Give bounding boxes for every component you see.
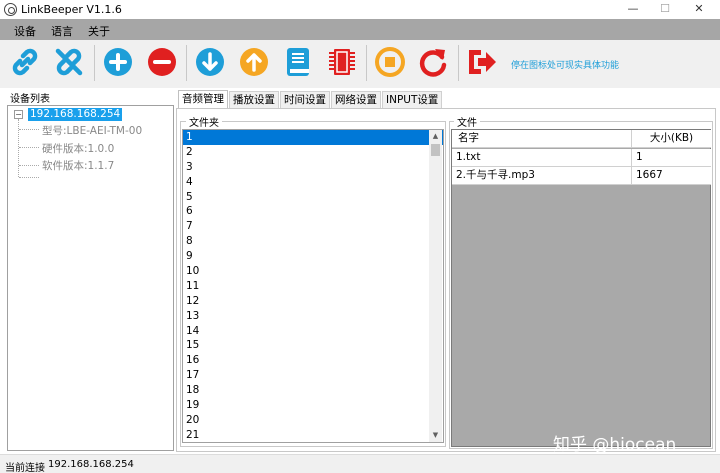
tree-connector — [19, 165, 39, 166]
folder-item[interactable]: 20 — [183, 413, 443, 428]
maximize-button[interactable]: ☐ — [657, 2, 673, 16]
toolbar-separator — [366, 45, 367, 81]
status-label: 当前连接 — [5, 463, 45, 473]
menu-about[interactable]: 关于 — [88, 23, 110, 39]
app-gear-icon — [4, 3, 17, 16]
folder-group-title: 文件夹 — [186, 114, 222, 129]
tree-connector — [19, 129, 39, 130]
folder-item[interactable]: 7 — [183, 219, 443, 234]
folder-item[interactable]: 12 — [183, 294, 443, 309]
collapse-toggle-icon[interactable]: − — [14, 110, 23, 119]
table-row[interactable]: 2.千与千寻.mp3 1667 — [452, 167, 711, 185]
file-table[interactable]: 名字 大小(KB) 1.txt 1 2.千与千寻.mp3 1667 — [451, 129, 711, 447]
menu-bar: 设备 语言 关于 — [0, 19, 720, 40]
folder-item[interactable]: 4 — [183, 175, 443, 190]
window-title: LinkBeeper V1.1.6 — [21, 3, 122, 16]
tree-node-hardware-version[interactable]: 硬件版本:1.0.0 — [42, 141, 114, 156]
folder-item[interactable]: 19 — [183, 398, 443, 413]
folder-item[interactable]: 9 — [183, 249, 443, 264]
folder-item[interactable]: 6 — [183, 204, 443, 219]
folder-item[interactable]: 21 — [183, 428, 443, 442]
link-icon[interactable] — [8, 45, 42, 79]
tab-audio-management[interactable]: 音频管理 — [178, 90, 228, 108]
file-name-cell: 1.txt — [452, 149, 632, 167]
file-size-cell: 1667 — [636, 169, 663, 181]
table-header-row: 名字 大小(KB) — [452, 130, 711, 148]
stop-icon[interactable] — [373, 45, 407, 79]
device-list-label: 设备列表 — [10, 94, 50, 105]
scroll-down-arrow-icon[interactable]: ▼ — [429, 429, 442, 442]
folder-item[interactable]: 3 — [183, 160, 443, 175]
tree-node-model[interactable]: 型号:LBE-AEI-TM-00 — [42, 123, 142, 138]
book-icon[interactable] — [281, 45, 315, 79]
chip-icon[interactable] — [325, 45, 359, 79]
scroll-up-arrow-icon[interactable]: ▲ — [429, 130, 442, 143]
folder-list-scrollbar[interactable]: ▲ ▼ — [429, 130, 442, 442]
folder-item[interactable]: 10 — [183, 264, 443, 279]
menu-device[interactable]: 设备 — [14, 23, 36, 39]
column-header-name[interactable]: 名字 — [452, 130, 632, 148]
tree-node-software-version[interactable]: 软件版本:1.1.7 — [42, 158, 114, 173]
folder-list[interactable]: 1 2 3 4 5 6 7 8 9 10 11 12 13 14 15 16 1… — [182, 129, 444, 443]
tab-network-settings[interactable]: 网络设置 — [331, 91, 381, 108]
arrow-up-icon[interactable] — [237, 45, 271, 79]
menu-language[interactable]: 语言 — [51, 23, 73, 39]
tab-time-settings[interactable]: 时间设置 — [280, 91, 330, 108]
zhihu-watermark: 知乎 @hiocean — [553, 435, 677, 455]
status-connection-value: 192.168.168.254 — [48, 459, 134, 470]
add-icon[interactable] — [101, 45, 135, 79]
arrow-down-icon[interactable] — [193, 45, 227, 79]
table-row[interactable]: 1.txt 1 — [452, 149, 711, 167]
folder-item[interactable]: 16 — [183, 353, 443, 368]
folder-item[interactable]: 18 — [183, 383, 443, 398]
tree-connector — [19, 147, 39, 148]
refresh-icon[interactable] — [416, 45, 450, 79]
folder-item[interactable]: 5 — [183, 190, 443, 205]
tree-connector — [19, 177, 39, 178]
folder-item[interactable]: 11 — [183, 279, 443, 294]
toolbar: 停在图标处可现实具体功能 — [0, 40, 720, 88]
unlink-icon[interactable] — [52, 45, 86, 79]
folder-item[interactable]: 15 — [183, 338, 443, 353]
folder-item[interactable]: 17 — [183, 368, 443, 383]
toolbar-hint: 停在图标处可现实具体功能 — [511, 61, 620, 71]
column-header-size[interactable]: 大小(KB) — [632, 130, 711, 148]
close-button[interactable]: ✕ — [691, 2, 707, 16]
remove-icon[interactable] — [145, 45, 179, 79]
tab-playback-settings[interactable]: 播放设置 — [229, 91, 279, 108]
tree-connector — [18, 119, 19, 177]
device-tree[interactable]: − 192.168.168.254 型号:LBE-AEI-TM-00 硬件版本:… — [7, 105, 174, 451]
file-group-title: 文件 — [454, 114, 480, 129]
device-list-panel: 设备列表 − 192.168.168.254 型号:LBE-AEI-TM-00 … — [4, 89, 174, 453]
toolbar-separator — [186, 45, 187, 81]
minimize-button[interactable]: — — [625, 2, 641, 16]
folder-item[interactable]: 2 — [183, 145, 443, 160]
scrollbar-thumb[interactable] — [431, 144, 440, 156]
tree-node-device-ip[interactable]: 192.168.168.254 — [28, 108, 123, 121]
title-bar: LinkBeeper V1.1.6 — ☐ ✕ — [0, 0, 720, 19]
folder-item[interactable]: 14 — [183, 324, 443, 339]
file-name-cell: 2.千与千寻.mp3 — [452, 167, 632, 185]
exit-icon[interactable] — [465, 45, 499, 79]
file-size-cell: 1 — [636, 151, 643, 163]
folder-item[interactable]: 13 — [183, 309, 443, 324]
toolbar-separator — [94, 45, 95, 81]
status-bar: 当前连接 192.168.168.254 — [0, 454, 720, 473]
toolbar-separator — [458, 45, 459, 81]
tab-input-settings[interactable]: INPUT设置 — [382, 91, 443, 108]
folder-item[interactable]: 8 — [183, 234, 443, 249]
folder-item[interactable]: 1 — [183, 130, 443, 145]
